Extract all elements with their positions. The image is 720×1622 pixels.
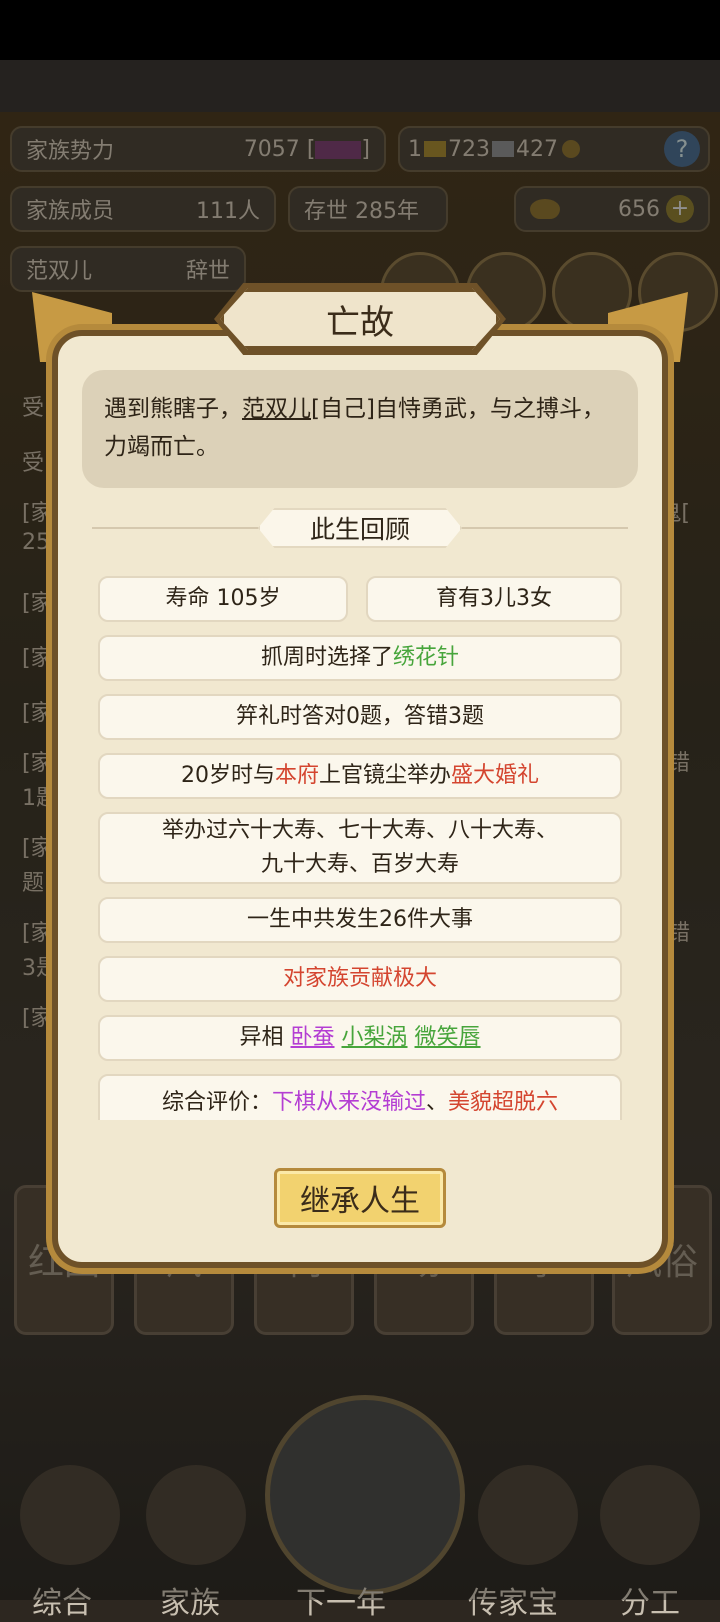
- traits-item: 异相 卧蚕 小梨涡 微笑唇: [98, 1015, 622, 1061]
- jili-item: 笄礼时答对0题，答错3题: [98, 694, 622, 740]
- lifespan-item: 寿命 105岁: [98, 576, 348, 622]
- marriage-item: 20岁时与 本府 上官镜尘举办 盛大婚礼: [98, 753, 622, 799]
- zhuazhou-choice: 绣花针: [393, 645, 460, 670]
- marriage-house: 本府: [274, 763, 319, 788]
- birthday-item: 举办过六十大寿、七十大寿、八十大寿、 九十大寿、百岁大寿: [98, 812, 622, 884]
- trait-2[interactable]: 小梨涡: [342, 1021, 408, 1055]
- status-bar: [0, 0, 720, 60]
- traits-prefix: 异相: [239, 1025, 284, 1050]
- life-review-list[interactable]: 寿命 105岁 育有3儿3女 抓周时选择了 绣花针 笄礼时答对0题，答错3题 20…: [98, 576, 622, 1120]
- marriage-mid: 上官镜尘举办: [318, 763, 451, 788]
- children-item: 育有3儿3女: [366, 576, 622, 622]
- birthday-line-1: 举办过六十大寿、七十大寿、八十大寿、: [161, 818, 558, 843]
- zhuazhou-prefix: 抓周时选择了: [260, 645, 393, 670]
- eval-sep: 、: [426, 1090, 449, 1115]
- zhuazhou-item: 抓周时选择了 绣花针: [98, 635, 622, 681]
- eval-1: 下棋从来没输过: [271, 1090, 426, 1115]
- inherit-life-button[interactable]: 继承人生: [274, 1168, 446, 1228]
- marriage-type: 盛大婚礼: [451, 763, 540, 788]
- desc-text-1: 遇到熊瞎子，: [104, 396, 242, 422]
- section-title: 此生回顾: [258, 508, 462, 548]
- trait-1[interactable]: 卧蚕: [290, 1021, 334, 1055]
- trait-3[interactable]: 微笑唇: [415, 1021, 481, 1055]
- birthday-line-2: 九十大寿、百岁大寿: [260, 852, 459, 877]
- section-divider-right: [458, 527, 628, 529]
- evaluation-item: 综合评价： 下棋从来没输过、美貌超脱六: [98, 1074, 622, 1120]
- marriage-prefix: 20岁时与: [180, 763, 275, 788]
- desc-person-link[interactable]: 范双儿: [242, 396, 311, 422]
- events-item: 一生中共发生26件大事: [98, 897, 622, 943]
- eval-2: 美貌超脱六: [448, 1090, 559, 1115]
- section-divider-left: [92, 527, 262, 529]
- contribution-item: 对家族贡献极大: [98, 956, 622, 1002]
- dialog-title: 亡故: [220, 288, 500, 350]
- eval-prefix: 综合评价：: [161, 1090, 272, 1115]
- death-description: 遇到熊瞎子，范双儿[自己]自恃勇武，与之搏斗，力竭而亡。: [82, 370, 638, 488]
